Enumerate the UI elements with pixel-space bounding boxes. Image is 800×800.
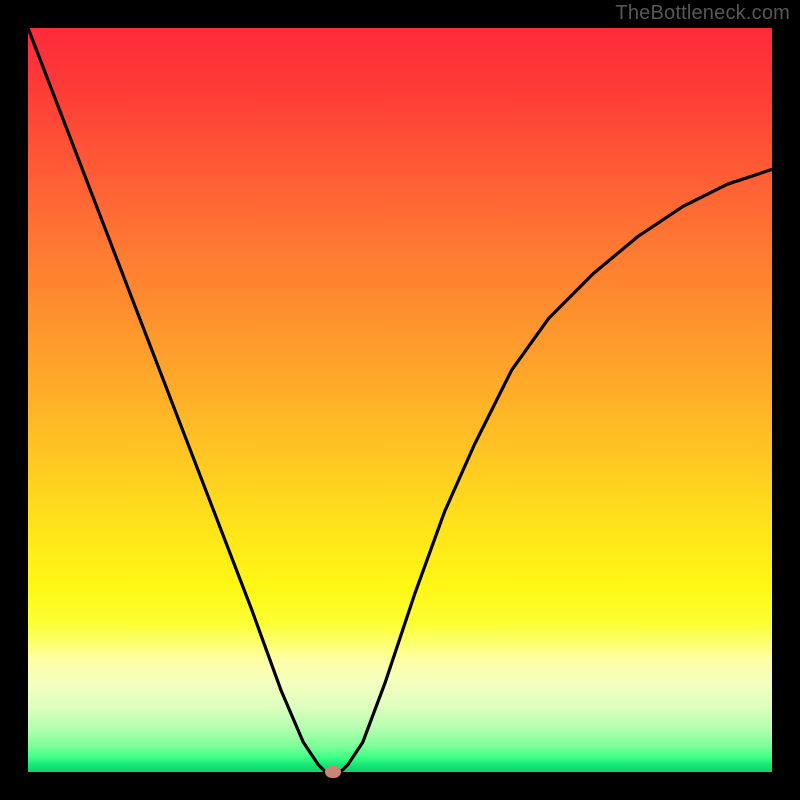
- bottleneck-curve: [28, 28, 772, 772]
- optimal-point-marker: [325, 766, 341, 778]
- curve-path: [28, 28, 772, 772]
- chart-frame: TheBottleneck.com: [0, 0, 800, 800]
- plot-area: [28, 28, 772, 772]
- watermark-text: TheBottleneck.com: [615, 2, 790, 25]
